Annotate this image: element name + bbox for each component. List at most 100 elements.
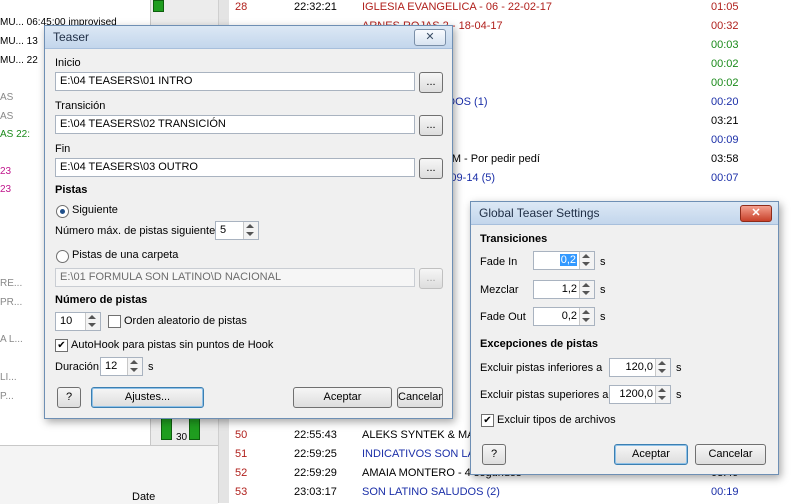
num-pistas-value: 10 [60,315,73,327]
inferiores-spinner[interactable]: 120,0 [609,358,671,377]
teaser-titlebar[interactable]: Teaser ✕ [45,26,452,49]
playlist-row-time: 23:03:17 [294,486,337,498]
pistas-header: Pistas [55,184,88,196]
siguiente-label: Siguiente [72,204,118,216]
fadein-value: 0,2 [559,254,577,266]
superiores-value: 1200,0 [619,388,653,400]
global-help-button[interactable]: ? [482,444,506,465]
fadeout-label: Fade Out [480,311,526,323]
excepciones-header: Excepciones de pistas [480,338,598,350]
playlist-row-time: 22:55:43 [294,429,337,441]
fin-label: Fin [55,143,71,155]
playlist-row-number: 51 [235,448,248,460]
vu-meter-top-bar [153,0,164,12]
fadein-arrows[interactable] [579,252,594,269]
autohook-label: AutoHook para pistas sin puntos de Hook [71,339,274,351]
fin-field[interactable]: E:\04 TEASERS\03 OUTRO [55,158,415,177]
superiores-arrows[interactable] [655,386,670,403]
transicion-label: Transición [55,100,106,112]
teaser-help-button[interactable]: ? [57,387,81,408]
playlist-row-time: 22:59:29 [294,467,337,479]
mezclar-spinner[interactable]: 1,2 [533,280,595,299]
inferiores-unit: s [676,362,682,374]
teaser-aceptar-button[interactable]: Aceptar [293,387,392,408]
superiores-spinner[interactable]: 1200,0 [609,385,671,404]
transicion-browse-button[interactable]: ... [419,115,443,136]
fadeout-arrows[interactable] [579,308,594,325]
background-left-line: PR... [0,297,23,308]
global-aceptar-button[interactable]: Aceptar [614,444,688,465]
mezclar-label: Mezclar [480,284,519,296]
carpeta-radio[interactable] [56,250,69,263]
playlist-row-duration: 01:05 [711,1,739,13]
tipos-label: Excluir tipos de archivos [497,414,616,426]
playlist-row-duration: 00:03 [711,39,739,51]
carpeta-browse-button[interactable]: ... [419,268,443,289]
vu-meter-left-bar [161,418,172,440]
global-title: Global Teaser Settings [479,206,600,220]
inferiores-label: Excluir pistas inferiores a [480,362,603,374]
teaser-close-button[interactable]: ✕ [414,29,446,46]
fadein-spinner[interactable]: 0,2 [533,251,595,270]
vu-meter-label: 30 [176,432,188,443]
background-left-line: AS [0,111,14,122]
duracion-arrows[interactable] [127,358,142,375]
playlist-row-number: 52 [235,467,248,479]
carpeta-label: Pistas de una carpeta [72,249,179,261]
inicio-browse-button[interactable]: ... [419,72,443,93]
duracion-label: Duración [55,361,100,373]
max-pistas-arrows[interactable] [243,222,258,239]
mezclar-arrows[interactable] [579,281,594,298]
duracion-value: 12 [105,360,118,372]
playlist-row-duration: 00:02 [711,77,739,89]
date-column-header[interactable]: Date [132,491,155,503]
fadein-unit: s [600,256,606,268]
inferiores-arrows[interactable] [655,359,670,376]
carpeta-field[interactable]: E:\01 FORMULA SON LATINO\D NACIONAL [55,268,415,287]
playlist-row[interactable]: 28 22:32:21 IGLESIA EVANGELICA - 06 - 22-0… [229,0,804,19]
tipos-checkbox[interactable]: ✔ [481,414,494,427]
transicion-field[interactable]: E:\04 TEASERS\02 TRANSICIÓN [55,115,415,134]
fin-browse-button[interactable]: ... [419,158,443,179]
background-bottom-panel [0,445,218,504]
background-left-line: A L... [0,334,23,345]
background-left-line: MU... 13 [0,36,38,47]
playlist-row-number: 53 [235,486,248,498]
num-pistas-arrows[interactable] [85,313,100,330]
playlist-row-duration: 00:02 [711,58,739,70]
global-cancelar-button[interactable]: Cancelar [695,444,766,465]
max-pistas-spinner[interactable]: 5 [215,221,259,240]
aleatorio-label: Orden aleatorio de pistas [124,315,247,327]
playlist-row-duration: 00:32 [711,20,739,32]
inicio-field[interactable]: E:\04 TEASERS\01 INTRO [55,72,415,91]
inicio-label: Inicio [55,57,81,69]
playlist-row-duration: 03:58 [711,153,739,165]
superiores-unit: s [676,389,682,401]
global-close-button[interactable]: ✕ [740,205,772,222]
global-titlebar[interactable]: Global Teaser Settings ✕ [471,202,778,225]
playlist-row-duration: 03:21 [711,115,739,127]
global-teaser-dialog: Global Teaser Settings ✕ Transiciones Fa… [470,201,779,475]
playlist-row-number: 28 [235,1,248,13]
teaser-title: Teaser [53,30,90,44]
teaser-dialog: Teaser ✕ Inicio E:\04 TEASERS\01 INTRO .… [44,25,453,419]
autohook-checkbox[interactable]: ✔ [55,339,68,352]
vu-meter-right-bar [189,418,200,440]
fadeout-spinner[interactable]: 0,2 [533,307,595,326]
playlist-row-duration: 00:09 [711,134,739,146]
max-pistas-label: Número máx. de pistas siguientes [55,225,221,237]
background-left-line: 23 [0,184,12,195]
num-pistas-spinner[interactable]: 10 [55,312,101,331]
playlist-row-time: 22:32:21 [294,1,337,13]
playlist-row[interactable]: 53 23:03:17 SON LATINO SALUDOS (2) 00:19 [229,485,804,504]
aleatorio-checkbox[interactable] [108,315,121,328]
ajustes-button[interactable]: Ajustes... [91,387,204,408]
superiores-label: Excluir pistas superiores a [480,389,609,401]
teaser-cancelar-button[interactable]: Cancelar [397,387,443,408]
fadeout-value: 0,2 [561,310,577,322]
siguiente-radio[interactable] [56,205,69,218]
num-pistas-header: Número de pistas [55,294,148,306]
background-left-line: AS 22: [0,129,31,140]
duracion-spinner[interactable]: 12 [100,357,143,376]
fadein-label: Fade In [480,256,518,268]
